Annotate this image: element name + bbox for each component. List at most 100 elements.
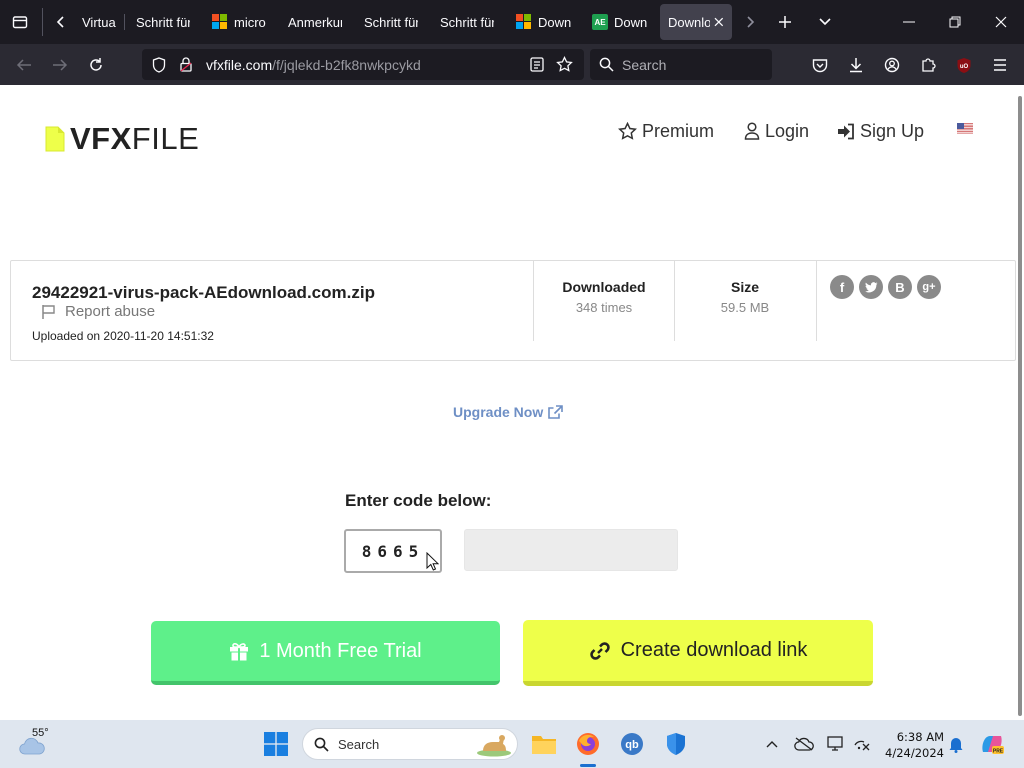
system-clock[interactable]: 6:38 AM 4/24/2024 (880, 729, 944, 761)
firefox-view-button[interactable] (6, 6, 34, 38)
google-plus-share-icon[interactable]: g+ (917, 275, 941, 299)
firefox-taskbar-button[interactable] (572, 728, 604, 760)
copilot-button[interactable]: PRE (976, 728, 1008, 760)
browser-tab[interactable]: micro (204, 4, 274, 40)
tab-label: Schritt für (136, 14, 190, 30)
close-icon[interactable] (714, 17, 724, 27)
file-name: 29422921-virus-pack-AEdownload.com.zip (32, 283, 375, 302)
firefox-icon (577, 733, 599, 755)
url-text[interactable]: vfxfile.com/f/jqlekd-b2fk8nwkpcykd (206, 57, 421, 73)
windows-security-taskbar-button[interactable] (660, 728, 692, 760)
lock-icon[interactable] (180, 57, 192, 72)
puzzle-icon (922, 58, 936, 72)
browser-tab[interactable]: Anmerkun (280, 4, 350, 40)
nav-login-label: Login (765, 120, 810, 141)
captcha-input[interactable] (464, 529, 678, 571)
onedrive-tray-button[interactable] (790, 728, 818, 760)
size-heading: Size (730, 279, 759, 295)
star-icon (618, 121, 637, 140)
monitor-icon (827, 736, 843, 751)
list-all-tabs-button[interactable] (810, 6, 840, 38)
tab-label: Downlo (668, 14, 711, 30)
restore-window-button[interactable] (938, 6, 972, 38)
tabs-scroll-right-button[interactable] (738, 6, 762, 38)
upload-date: Uploaded on 2020-11-20 14:51:32 (32, 329, 214, 343)
vk-share-icon[interactable]: B (888, 275, 912, 299)
ae-logo-icon: AE (592, 14, 608, 30)
file-info-panel: 29422921-virus-pack-AEdownload.com.zip R… (10, 260, 1016, 361)
file-explorer-taskbar-button[interactable] (528, 728, 560, 760)
shield-icon[interactable] (152, 57, 166, 73)
new-tab-button[interactable] (770, 6, 800, 38)
display-tray-button[interactable] (822, 728, 850, 760)
browser-tab[interactable]: Down (508, 4, 580, 40)
logo-text-light: FILE (131, 121, 200, 156)
report-abuse-link[interactable]: Report abuse (41, 303, 155, 320)
web-page: VFXFILE Premium Login Sign Up 29422921-v… (0, 85, 1016, 720)
size-stat: Size 59.5 MB (675, 279, 815, 315)
url-path: /f/jqlekd-b2fk8nwkpcykd (272, 57, 421, 73)
extensions-button[interactable] (913, 50, 943, 80)
search-highlight-dog-icon (477, 735, 511, 757)
bell-icon (949, 738, 963, 753)
us-flag-icon[interactable] (957, 123, 973, 134)
reader-view-icon[interactable] (530, 57, 544, 72)
site-logo[interactable]: VFXFILE (44, 121, 199, 157)
size-value: 59.5 MB (720, 300, 770, 315)
app-menu-button[interactable] (985, 50, 1015, 80)
bookmark-star-icon[interactable] (556, 56, 573, 73)
forward-button[interactable] (45, 50, 75, 80)
back-button[interactable] (9, 50, 39, 80)
start-button[interactable] (260, 728, 292, 760)
qbittorrent-taskbar-button[interactable]: qb (616, 728, 648, 760)
ublock-button[interactable]: uO (949, 50, 979, 80)
reload-icon (90, 58, 102, 71)
minimize-window-button[interactable] (892, 6, 926, 38)
twitter-share-icon[interactable] (859, 275, 883, 299)
browser-tab[interactable]: Schritt für (432, 4, 502, 40)
restore-icon (949, 16, 961, 28)
copilot-icon: PRE (982, 736, 1004, 755)
chevron-right-icon (747, 16, 755, 28)
sign-in-icon (838, 123, 854, 139)
notifications-button[interactable] (943, 728, 969, 760)
tabs-scroll-left-button[interactable] (48, 6, 74, 38)
weather-temperature: 55° (32, 727, 49, 739)
nav-signup-label: Sign Up (860, 120, 925, 141)
microsoft-logo-icon (516, 14, 532, 30)
close-icon (995, 16, 1007, 28)
show-hidden-icons-button[interactable] (758, 728, 786, 760)
upgrade-now-link[interactable]: Upgrade Now (453, 404, 564, 420)
network-volume-tray-button[interactable] (848, 728, 876, 760)
pocket-icon (812, 58, 828, 72)
free-trial-button[interactable]: 1 Month Free Trial (151, 621, 500, 685)
nav-login-link[interactable]: Login (744, 119, 809, 143)
reload-button[interactable] (81, 50, 111, 80)
url-bar[interactable]: vfxfile.com/f/jqlekd-b2fk8nwkpcykd (142, 49, 584, 80)
arrow-left-icon (16, 59, 31, 71)
browser-toolbar: vfxfile.com/f/jqlekd-b2fk8nwkpcykd Searc… (0, 44, 1024, 85)
link-icon (589, 641, 610, 660)
scrollbar-thumb[interactable] (1018, 96, 1022, 716)
nav-premium-link[interactable]: Premium (618, 119, 714, 143)
microsoft-logo-icon (212, 14, 228, 30)
close-window-button[interactable] (984, 6, 1018, 38)
file-logo-icon (45, 126, 65, 152)
create-download-link-button[interactable]: Create download link (523, 620, 873, 686)
facebook-share-icon[interactable]: f (830, 275, 854, 299)
downloads-button[interactable] (841, 50, 871, 80)
mouse-cursor-icon (426, 552, 439, 571)
download-icon (850, 58, 862, 73)
taskbar-search-box[interactable]: Search (302, 728, 518, 760)
browser-tab[interactable]: Schritt für (128, 4, 198, 40)
account-button[interactable] (877, 50, 907, 80)
free-trial-label: 1 Month Free Trial (259, 639, 422, 662)
nav-signup-link[interactable]: Sign Up (837, 119, 924, 143)
search-bar[interactable]: Search (590, 49, 772, 80)
browser-tab[interactable]: Schritt für (356, 4, 426, 40)
browser-tab-active[interactable]: Downlo (660, 4, 732, 40)
browser-tab[interactable]: AE Down (584, 4, 656, 40)
search-placeholder: Search (622, 57, 667, 73)
tab-label: Schritt für (364, 14, 418, 30)
pocket-button[interactable] (805, 50, 835, 80)
